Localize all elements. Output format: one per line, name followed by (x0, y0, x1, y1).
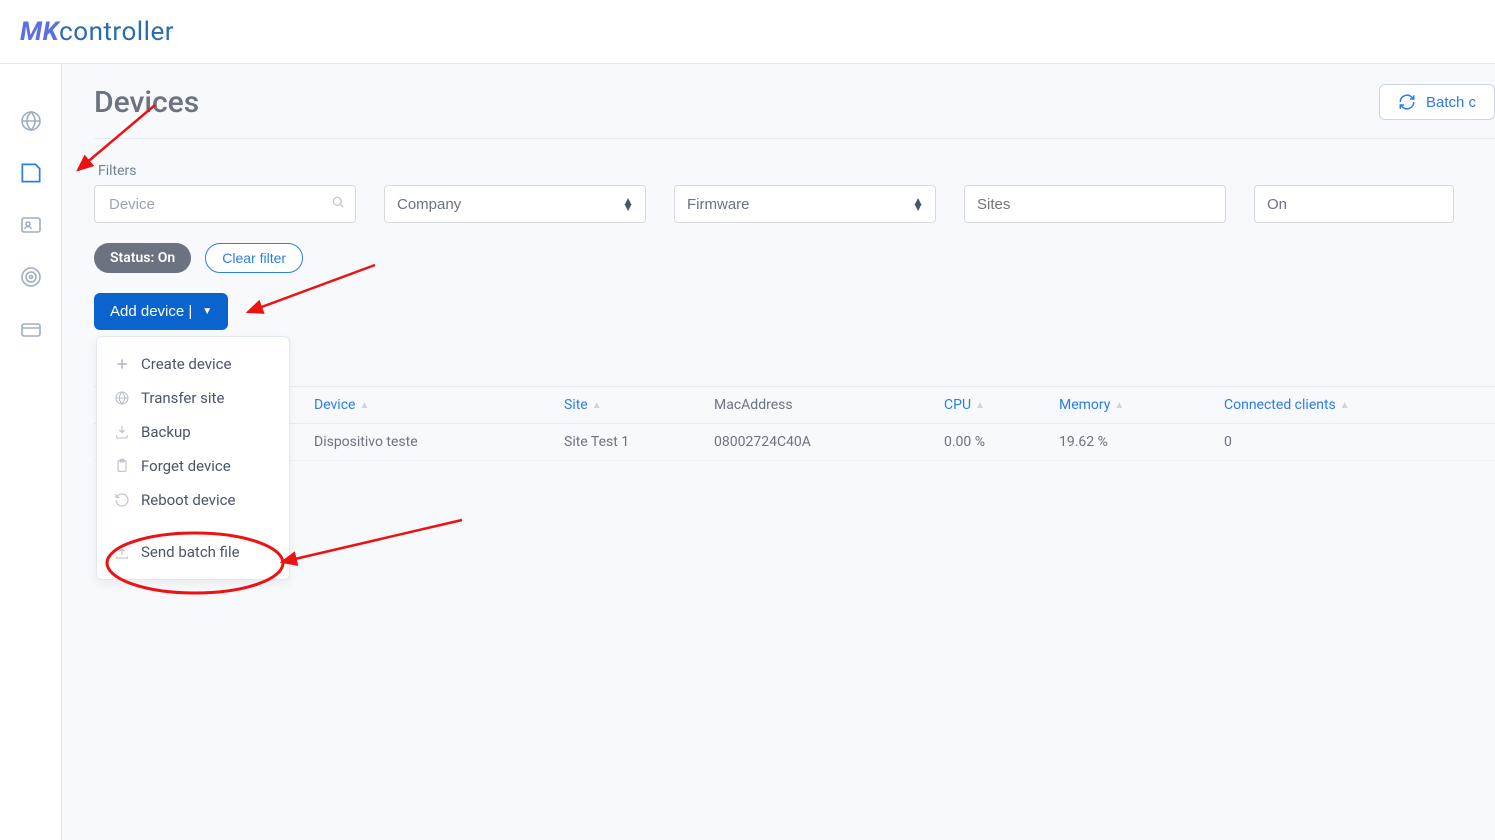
device-filter-input[interactable] (94, 185, 356, 223)
top-header: MK controller (0, 0, 1495, 64)
menu-item-label: Send batch file (141, 543, 240, 561)
cell-device: Dispositivo teste (314, 434, 564, 450)
menu-transfer-site[interactable]: Transfer site (97, 381, 289, 415)
col-device[interactable]: Device▲ (314, 397, 564, 413)
page-header-row: Devices Batch c (94, 84, 1495, 139)
menu-forget-device[interactable]: Forget device (97, 449, 289, 483)
cell-cpu: 0.00 % (944, 434, 1059, 450)
menu-backup[interactable]: Backup (97, 415, 289, 449)
globe-icon (113, 389, 131, 407)
refresh-icon (1398, 93, 1416, 111)
menu-item-label: Forget device (141, 457, 231, 475)
status-chip[interactable]: Status: On (94, 243, 191, 273)
firmware-select-wrap: Firmware ▲▼ (674, 185, 936, 223)
download-icon (113, 423, 131, 441)
cell-memory: 19.62 % (1059, 434, 1224, 450)
batch-button-label: Batch c (1426, 94, 1476, 111)
sidebar-devices[interactable] (18, 160, 44, 186)
menu-item-label: Create device (141, 355, 231, 373)
sites-select-wrap (964, 185, 1226, 223)
firmware-select[interactable]: Firmware (674, 185, 936, 223)
col-mac: MacAddress (714, 397, 944, 413)
clipboard-icon (113, 457, 131, 475)
menu-item-label: Reboot device (141, 491, 235, 509)
upload-icon (113, 543, 131, 561)
plus-icon (113, 355, 131, 373)
col-clients[interactable]: Connected clients▲ (1224, 397, 1454, 413)
menu-send-batch-file[interactable]: Send batch file (97, 535, 289, 569)
page-title: Devices (94, 85, 199, 120)
col-site[interactable]: Site▲ (564, 397, 714, 413)
clear-filter-button[interactable]: Clear filter (205, 243, 303, 273)
sidebar-globe[interactable] (18, 108, 44, 134)
cell-mac: 08002724C40A (714, 434, 944, 450)
menu-separator (97, 517, 289, 535)
sort-asc-icon: ▲ (592, 400, 602, 411)
devices-icon (18, 160, 44, 186)
sidebar-signal[interactable] (18, 264, 44, 290)
signal-icon (19, 265, 43, 289)
menu-item-label: Backup (141, 423, 191, 441)
globe-icon (19, 109, 43, 133)
menu-create-device[interactable]: Create device (97, 347, 289, 381)
sort-asc-icon: ▲ (975, 400, 985, 411)
sort-asc-icon: ▲ (1114, 400, 1124, 411)
user-card-icon (19, 213, 43, 237)
cell-site: Site Test 1 (564, 434, 714, 450)
brand-logo: MK controller (20, 17, 174, 47)
add-device-button[interactable]: Add device | ▼ (94, 293, 228, 330)
brand-mark: MK (20, 17, 59, 47)
active-filters-row: Status: On Clear filter (94, 243, 1495, 273)
company-select[interactable]: Company (384, 185, 646, 223)
filters-label: Filters (98, 163, 1495, 179)
status-select-wrap (1254, 185, 1454, 223)
sites-input[interactable] (964, 185, 1226, 223)
sort-asc-icon: ▲ (359, 400, 369, 411)
company-select-wrap: Company ▲▼ (384, 185, 646, 223)
caret-down-icon: ▼ (202, 306, 212, 317)
sort-asc-icon: ▲ (1340, 400, 1350, 411)
add-device-menu: Create device Transfer site Backup Forge… (96, 336, 290, 580)
refresh-icon (113, 491, 131, 509)
brand-text: controller (59, 17, 174, 47)
col-memory[interactable]: Memory▲ (1059, 397, 1224, 413)
sidebar-users[interactable] (18, 212, 44, 238)
sidebar (0, 64, 62, 840)
cell-clients: 0 (1224, 434, 1454, 450)
sidebar-billing[interactable] (18, 316, 44, 342)
menu-item-label: Transfer site (141, 389, 224, 407)
billing-icon (19, 317, 43, 341)
menu-reboot-device[interactable]: Reboot device (97, 483, 289, 517)
batch-button[interactable]: Batch c (1379, 84, 1495, 120)
search-icon (330, 194, 346, 214)
table-row[interactable]: Dispositivo teste Site Test 1 08002724C4… (94, 424, 1495, 461)
status-input[interactable] (1254, 185, 1454, 223)
col-cpu[interactable]: CPU▲ (944, 397, 1059, 413)
add-device-label: Add device | (110, 303, 192, 320)
table-header: Device▲ Site▲ MacAddress CPU▲ Memory▲ Co… (94, 386, 1495, 424)
devices-table: Device▲ Site▲ MacAddress CPU▲ Memory▲ Co… (94, 386, 1495, 461)
device-filter-wrap (94, 185, 356, 223)
filters-row: Company ▲▼ Firmware ▲▼ (94, 185, 1495, 223)
